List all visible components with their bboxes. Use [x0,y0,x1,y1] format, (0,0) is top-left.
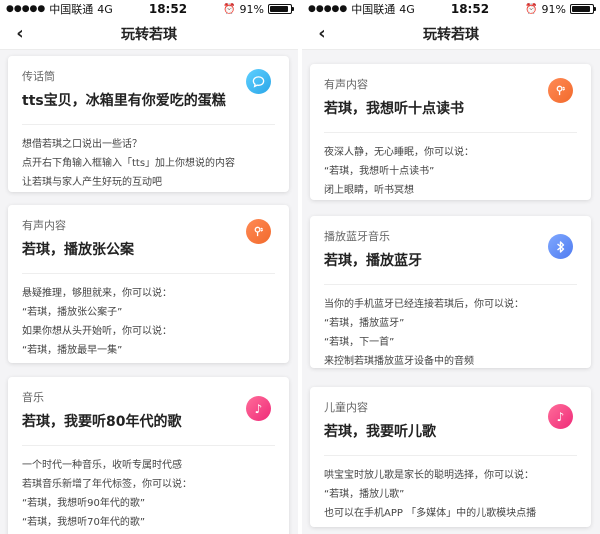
card-headline: 若琪，我想听十点读书 [324,101,464,117]
page-title: 玩转若琪 [121,26,177,43]
card-headline: 若琪，我要听儿歌 [324,424,436,440]
card-line: 当你的手机蓝牙已经连接若琪后，你可以说： [324,299,524,310]
card-line: 夜深人静，无心睡眠，你可以说： [324,147,474,158]
audio-content-icon [548,78,573,103]
music-note-icon: ♪ [548,404,573,429]
carrier-label: 中国联通 [351,3,396,16]
card-line: 悬疑推理，够胆就来，你可以说： [22,288,172,299]
card-divider [324,455,577,456]
card-line: “若琪，播放蓝牙” [324,318,405,329]
card-line: “若琪，播放最早一集” [22,345,123,356]
right-phone-screen: ●●●●● 中国联通 4G 18:52 ⏰ 91% ‹ 玩转若琪 有声内容 若琪… [302,0,600,534]
card-line: “若琪，我想听90年代的歌” [22,498,146,509]
tip-card[interactable]: 有声内容 若琪，我想听十点读书 夜深人静，无心睡眠，你可以说： “若琪，我想听十… [310,64,591,200]
card-line: 如果你想从头开始听，你可以说： [22,326,172,337]
tip-card[interactable]: 有声内容 若琪，播放张公案 悬疑推理，够胆就来，你可以说： “若琪，播放张公案子… [8,205,289,363]
music-note-icon: ♪ [246,396,271,421]
card-headline: 若琪，我要听80年代的歌 [22,414,182,430]
card-headline: tts宝贝，冰箱里有你爱吃的蛋糕 [22,93,226,109]
card-line: 也可以在手机APP 「多媒体」中的儿歌模块点播 [324,508,537,519]
card-category: 音乐 [22,391,44,404]
card-line: 若琪音乐新增了年代标签，你可以说： [22,479,192,490]
chevron-left-icon[interactable]: ‹ [10,23,30,44]
network-label: 4G [399,2,415,16]
card-line: “若琪，我想听70年代的歌” [22,517,146,528]
battery-percent: 91% [541,2,566,16]
battery-percent: 91% [239,2,264,16]
battery-icon [570,4,596,14]
alarm-icon: ⏰ [223,3,236,15]
status-bar: ●●●●● 中国联通 4G 18:52 ⏰ 91% [0,0,298,18]
card-line: “若琪，播放张公案子” [22,307,123,318]
battery-icon [268,4,294,14]
card-category: 有声内容 [324,78,368,91]
clock: 18:52 [450,2,490,16]
tip-card[interactable]: 播放蓝牙音乐 若琪，播放蓝牙 当你的手机蓝牙已经连接若琪后，你可以说： “若琪，… [310,216,591,368]
tip-card[interactable]: 儿童内容 若琪，我要听儿歌 ♪ 哄宝宝时放儿歌是家长的聪明选择，你可以说： “若… [310,387,591,527]
card-line: 哄宝宝时放儿歌是家长的聪明选择，你可以说： [324,470,534,481]
network-label: 4G [97,2,113,16]
card-line: “若琪，播放儿歌” [324,489,405,500]
left-phone-screen: ●●●●● 中国联通 4G 18:52 ⏰ 91% ‹ 玩转若琪 传话筒 tts… [0,0,298,534]
carrier-label: 中国联通 [49,3,94,16]
card-divider [22,273,275,274]
card-divider [324,284,577,285]
card-headline: 若琪，播放蓝牙 [324,253,422,269]
card-category: 儿童内容 [324,401,368,414]
nav-bar: ‹ 玩转若琪 [302,18,600,50]
bluetooth-icon [548,234,573,259]
card-category: 传话筒 [22,70,55,83]
signal-icon: ●●●●● [308,4,348,14]
page-title: 玩转若琪 [423,26,479,43]
status-bar: ●●●●● 中国联通 4G 18:52 ⏰ 91% [302,0,600,18]
clock: 18:52 [148,2,188,16]
nav-bar: ‹ 玩转若琪 [0,18,298,50]
card-divider [22,445,275,446]
card-line: 想借若琪之口说出一些话？ [22,139,142,150]
card-line: 一个时代一种音乐，收听专属时代感 [22,460,182,471]
card-divider [324,132,577,133]
chevron-left-icon[interactable]: ‹ [312,23,332,44]
card-line: “若琪，下一首” [324,337,395,348]
card-line: “若琪，我想听十点读书” [324,166,435,177]
card-line: 让若琪与家人产生好玩的互动吧 [22,177,162,188]
tip-card[interactable]: 传话筒 tts宝贝，冰箱里有你爱吃的蛋糕 想借若琪之口说出一些话？ 点开右下角输… [8,56,289,192]
card-line: 来控制若琪播放蓝牙设备中的音频 [324,356,474,367]
tip-card[interactable]: 音乐 若琪，我要听80年代的歌 ♪ 一个时代一种音乐，收听专属时代感 若琪音乐新… [8,377,289,534]
card-category: 有声内容 [22,219,66,232]
audio-content-icon [246,219,271,244]
card-category: 播放蓝牙音乐 [324,230,390,243]
signal-icon: ●●●●● [6,4,46,14]
card-divider [22,124,275,125]
chat-bubble-icon [246,69,271,94]
card-line: 点开右下角输入框输入「tts」加上你想说的内容 [22,158,236,169]
alarm-icon: ⏰ [525,3,538,15]
card-headline: 若琪，播放张公案 [22,242,134,258]
card-line: 闭上眼睛，听书冥想 [324,185,414,196]
